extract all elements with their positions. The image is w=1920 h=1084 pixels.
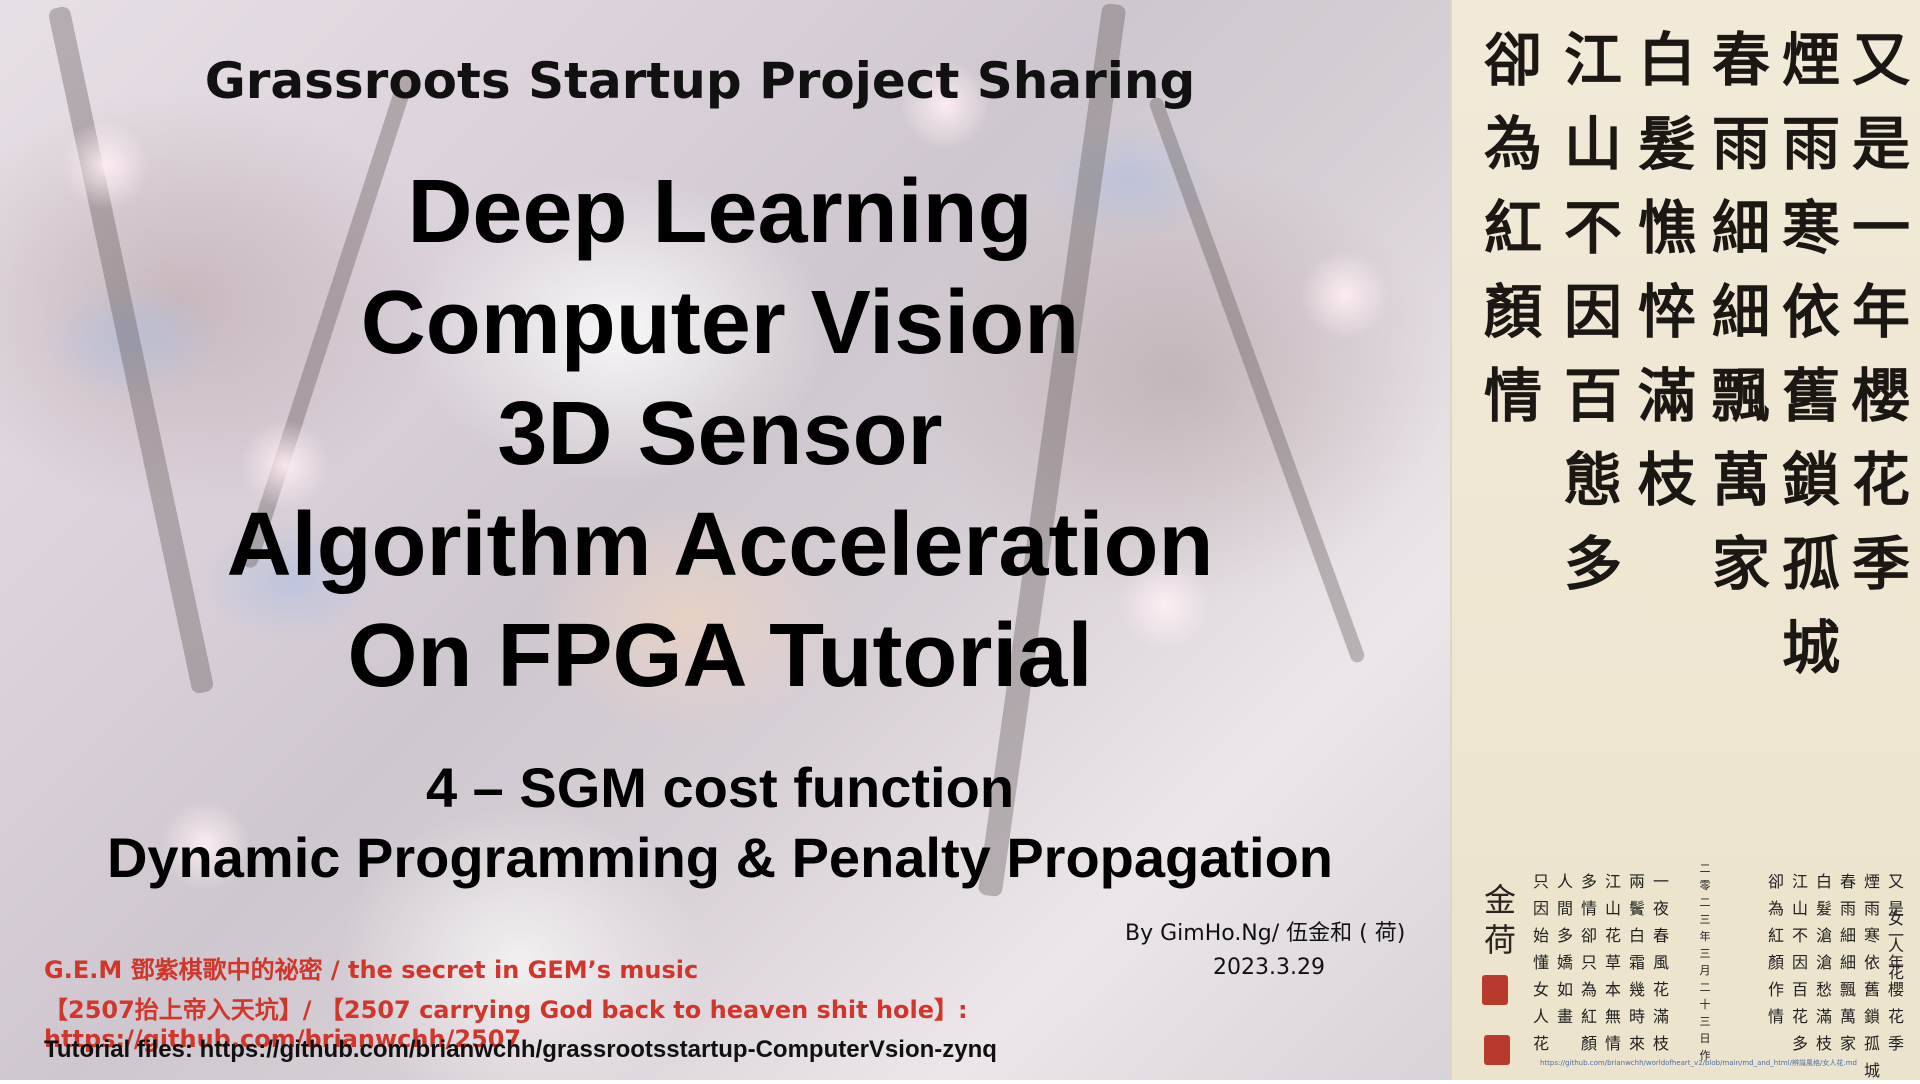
calligraphy-column: 卻為紅顏情	[1483, 26, 1542, 430]
poem-column: 白髮滄滄愁滿枝	[1815, 872, 1832, 1053]
calligraphy-url[interactable]: https://github.com/brianwchh/worldofhear…	[1540, 1058, 1900, 1068]
signature: 金荷	[1483, 881, 1516, 959]
seal-stamp-icon	[1484, 1035, 1510, 1065]
calligraphy-column: 煙雨寒依舊鎖孤城	[1781, 26, 1840, 682]
tutorial-files-link[interactable]: Tutorial files: https://github.com/brian…	[44, 1036, 997, 1064]
gem-secret-link[interactable]: G.E.M 鄧紫棋歌中的祕密 / the secret in GEM’s mus…	[44, 950, 698, 985]
poem-column: 一夜春風花滿枝	[1652, 872, 1669, 1053]
slide-text: Grassroots Startup Project Sharing Deep …	[0, 0, 1450, 1080]
poem-column: 江山不因百花多	[1791, 872, 1808, 1053]
author-text: By GimHo.Ng/ 伍金和 ( 荷)	[1125, 921, 1406, 946]
calligraphy-column: 又是一年櫻花季	[1851, 26, 1910, 598]
title-line-1: Deep Learning	[407, 162, 1033, 262]
poem-column: 只因始懂女人花	[1532, 872, 1549, 1053]
seal-stamp-icon	[1482, 975, 1508, 1005]
calligraphy-column: 春雨細細飄萬家	[1711, 26, 1770, 598]
calligraphy-column: 白髮憔悴滿枝	[1637, 26, 1696, 514]
poem-column: 兩鬢白霜幾時來	[1628, 872, 1645, 1053]
calligraphy-column: 江山不因百態多	[1563, 26, 1622, 598]
poem-column: 江山花草本無情	[1604, 872, 1621, 1053]
poem-column: 煙雨寒依舊鎖孤城	[1863, 872, 1880, 1080]
title-line-3: 3D Sensor	[497, 384, 943, 484]
header-text: Grassroots Startup Project Sharing	[204, 52, 1196, 110]
date-text: 2023.3.29	[1213, 955, 1325, 980]
poem-column: 春雨細細飄萬家	[1839, 872, 1856, 1053]
part-line-2: Dynamic Programming & Penalty Propagatio…	[106, 826, 1334, 889]
title-line-2: Computer Vision	[360, 273, 1080, 373]
poem-column: 人間多嬌如畫	[1556, 872, 1573, 1026]
poem-date-column: 二零二三年三月二十三日 作	[1699, 862, 1722, 1062]
poem-column: 卻為紅顏作情	[1767, 872, 1784, 1026]
title-line-4: Algorithm Acceleration	[226, 495, 1214, 595]
part-line-1: 4 – SGM cost function	[425, 756, 1015, 819]
poem-title: 女人花	[1887, 909, 1904, 982]
title-line-5: On FPGA Tutorial	[347, 606, 1093, 706]
poem-column: 多情卻只為紅顏	[1580, 872, 1597, 1053]
